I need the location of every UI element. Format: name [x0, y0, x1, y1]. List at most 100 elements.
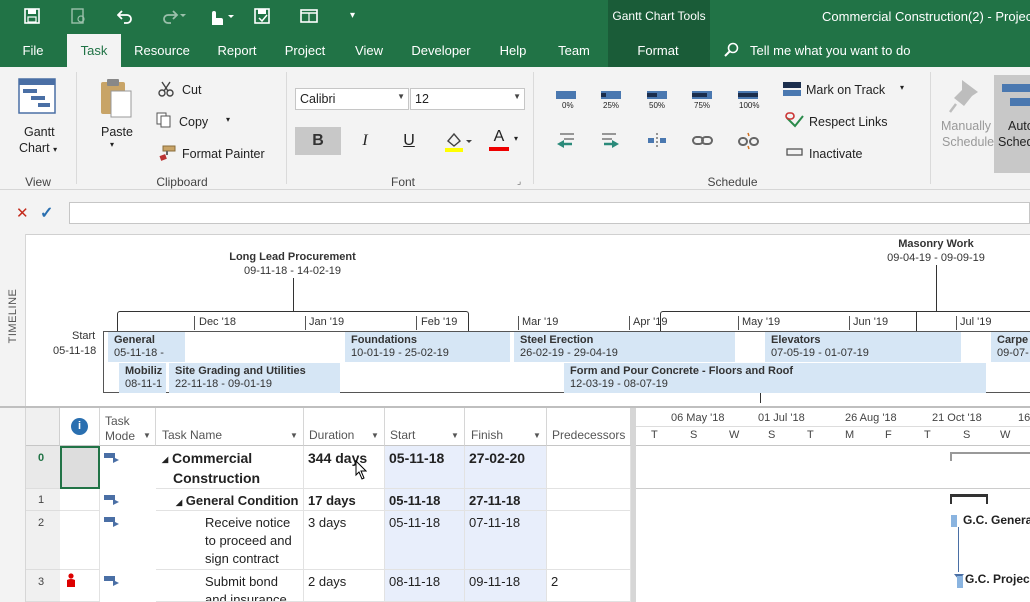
timeline-bar-foundations[interactable]: Foundations 10-01-19 - 25-02-19	[345, 332, 510, 362]
copy-button[interactable]: Copy	[179, 115, 208, 129]
task-name-cell[interactable]: Receive notice to proceed and sign contrac…	[156, 511, 304, 570]
format-painter-button[interactable]: Format Painter	[182, 147, 265, 161]
save-as-icon[interactable]	[254, 8, 270, 28]
background-color-icon[interactable]	[444, 131, 472, 156]
confirm-entry-icon[interactable]: ✓	[40, 203, 53, 223]
task-mode-header[interactable]: Task Mode ▼	[100, 408, 156, 446]
row-id[interactable]: 0	[26, 446, 60, 489]
row-id[interactable]: 1	[26, 489, 60, 511]
duration-cell[interactable]: 17 days	[304, 489, 385, 511]
timeline-bar-elevators[interactable]: Elevators 07-05-19 - 01-07-19	[765, 332, 961, 362]
selected-indicator-cell[interactable]	[60, 446, 100, 489]
timeline-bar-general[interactable]: General 05-11-18 -	[108, 332, 185, 362]
duration-cell[interactable]: 344 days	[304, 446, 385, 489]
touch-mode-icon[interactable]	[207, 8, 235, 30]
paste-dropdown-icon[interactable]: ▾	[110, 140, 114, 149]
tab-resource[interactable]: Resource	[132, 34, 192, 67]
tab-developer[interactable]: Developer	[410, 34, 472, 67]
finish-cell[interactable]: 27-11-18	[465, 489, 547, 511]
indent-icon[interactable]	[600, 132, 620, 153]
predecessors-cell[interactable]: 2	[547, 570, 631, 602]
font-family-combo[interactable]: Calibri ▼	[295, 88, 409, 110]
inactivate-button[interactable]: Inactivate	[809, 147, 863, 161]
copy-dropdown-icon[interactable]: ▾	[226, 115, 230, 124]
filter-arrow-icon[interactable]: ▼	[143, 431, 151, 440]
cut-button[interactable]: Cut	[182, 83, 201, 97]
tab-view[interactable]: View	[350, 34, 388, 67]
timeline-bar-carpentry[interactable]: Carpe 09-07-	[991, 332, 1030, 362]
tell-me-box[interactable]: Tell me what you want to do	[750, 43, 910, 58]
tab-report[interactable]: Report	[212, 34, 262, 67]
gantt-chart-button-line1[interactable]: Gantt	[24, 125, 55, 139]
timeline-bar-site-grading[interactable]: Site Grading and Utilities 22-11-18 - 09-…	[169, 363, 340, 393]
manually-schedule-button-line2[interactable]: Schedule	[942, 135, 994, 149]
save-icon[interactable]	[24, 8, 40, 28]
duration-header[interactable]: Duration ▼	[304, 408, 385, 446]
page-setup-icon[interactable]	[70, 8, 86, 28]
task-name-header[interactable]: Task Name ▼	[156, 408, 304, 446]
tab-task[interactable]: Task	[67, 34, 121, 67]
task-bar[interactable]	[957, 576, 963, 588]
tab-team[interactable]: Team	[554, 34, 594, 67]
unlink-tasks-icon[interactable]	[738, 132, 760, 153]
bold-button[interactable]: B	[295, 127, 341, 155]
start-header[interactable]: Start ▼	[385, 408, 465, 446]
font-size-combo[interactable]: 12 ▼	[410, 88, 525, 110]
respect-links-button[interactable]: Respect Links	[809, 115, 888, 129]
manually-schedule-button-line1[interactable]: Manually	[941, 119, 991, 133]
font-color-button[interactable]: A	[488, 128, 510, 146]
italic-button[interactable]: I	[350, 127, 380, 155]
row-id[interactable]: 2	[26, 511, 60, 570]
customize-qat-icon[interactable]: ▾	[350, 10, 355, 21]
predecessors-cell[interactable]	[547, 511, 631, 570]
indicator-cell[interactable]	[60, 511, 100, 570]
gantt-chart-button-line2[interactable]: Chart ▾	[19, 141, 57, 155]
task-name-cell[interactable]: ◢ General Condition	[156, 489, 304, 511]
timeline-bar-mobilize[interactable]: Mobiliz 08-11-1	[119, 363, 166, 393]
tab-format[interactable]: Format	[628, 34, 688, 67]
project-summary-bar[interactable]	[950, 452, 1030, 461]
resource-indicator-icon[interactable]	[66, 573, 76, 590]
row-id[interactable]: 3	[26, 570, 60, 602]
filter-arrow-icon[interactable]: ▼	[290, 431, 298, 440]
paste-icon[interactable]	[98, 77, 134, 122]
task-name-cell[interactable]: Submit bond and insurance	[156, 570, 304, 602]
finish-cell[interactable]: 09-11-18	[465, 570, 547, 602]
indicators-header[interactable]: i	[60, 408, 100, 446]
indicator-cell[interactable]	[60, 489, 100, 511]
start-cell[interactable]: 05-11-18	[385, 446, 465, 489]
summary-bar-general[interactable]	[950, 494, 988, 504]
predecessors-cell[interactable]	[547, 489, 631, 511]
timeline-bar-form-pour[interactable]: Form and Pour Concrete - Floors and Roof…	[564, 363, 986, 393]
form-view-icon[interactable]	[300, 8, 318, 28]
finish-cell[interactable]: 27-02-20	[465, 446, 547, 489]
predecessors-cell[interactable]	[547, 446, 631, 489]
link-tasks-icon[interactable]	[692, 132, 714, 153]
font-color-dropdown-icon[interactable]: ▾	[514, 134, 518, 143]
finish-header[interactable]: Finish ▼	[465, 408, 547, 446]
start-cell[interactable]: 08-11-18	[385, 570, 465, 602]
predecessors-header[interactable]: Predecessors	[547, 408, 631, 446]
filter-arrow-icon[interactable]: ▼	[451, 431, 459, 440]
finish-cell[interactable]: 07-11-18	[465, 511, 547, 570]
font-dialog-launcher-icon[interactable]: ⌟	[517, 176, 521, 187]
select-all-corner[interactable]	[26, 408, 60, 446]
filter-arrow-icon[interactable]: ▼	[533, 431, 541, 440]
callout-long-lead[interactable]: Long Lead Procurement 09-11-18 - 14-02-1…	[220, 250, 365, 278]
underline-button[interactable]: U	[394, 127, 424, 155]
task-bar[interactable]	[951, 515, 957, 527]
start-cell[interactable]: 05-11-18	[385, 489, 465, 511]
tab-file[interactable]: File	[12, 34, 54, 67]
entry-input[interactable]	[69, 202, 1030, 224]
split-task-icon[interactable]	[647, 132, 667, 153]
cancel-entry-icon[interactable]: ✕	[16, 204, 29, 222]
duration-cell[interactable]: 2 days	[304, 570, 385, 602]
redo-icon[interactable]	[162, 8, 186, 28]
undo-icon[interactable]	[116, 8, 133, 28]
mark-on-track-dropdown-icon[interactable]: ▾	[900, 83, 904, 92]
mark-on-track-button[interactable]: Mark on Track	[806, 83, 885, 97]
timeline-bar-steel[interactable]: Steel Erection 26-02-19 - 29-04-19	[514, 332, 735, 362]
paste-button[interactable]: Paste	[101, 125, 133, 139]
duration-cell[interactable]: 3 days	[304, 511, 385, 570]
tab-project[interactable]: Project	[282, 34, 328, 67]
